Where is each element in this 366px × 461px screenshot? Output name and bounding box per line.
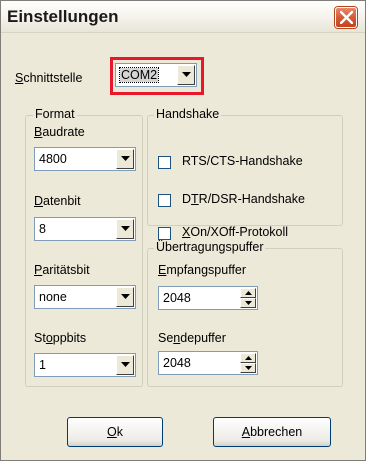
port-label: Schnittstelle xyxy=(15,71,83,85)
rts-checkbox[interactable] xyxy=(158,156,171,169)
baudrate-select[interactable]: 4800 xyxy=(34,147,136,171)
settings-dialog: Einstellungen Schnittstelle COM2 Format … xyxy=(0,0,366,461)
close-icon xyxy=(340,11,353,24)
chevron-down-icon xyxy=(182,72,191,77)
cancel-button[interactable]: Abbrechen xyxy=(213,417,331,447)
handshake-group xyxy=(147,115,343,226)
chevron-down-icon xyxy=(121,226,130,231)
dtr-label[interactable]: DTR/DSR-Handshake xyxy=(182,192,305,206)
stoppbits-select[interactable]: 1 xyxy=(34,353,136,377)
empfang-value: 2048 xyxy=(163,291,191,305)
paritaet-label: Paritätsbit xyxy=(34,263,90,277)
chevron-down-icon xyxy=(245,366,252,370)
buffer-group-title: Übertragungspuffer xyxy=(154,240,266,254)
datenbit-value: 8 xyxy=(39,222,46,236)
sende-spinner[interactable]: 2048 xyxy=(158,351,258,375)
sende-up-button[interactable] xyxy=(240,353,256,363)
xon-checkbox[interactable] xyxy=(158,227,171,240)
chevron-down-icon xyxy=(121,156,130,161)
baudrate-value: 4800 xyxy=(39,152,67,166)
paritaet-value: none xyxy=(39,290,67,304)
port-select[interactable]: COM2 xyxy=(115,63,197,87)
paritaet-dropdown-button[interactable] xyxy=(116,287,134,307)
chevron-up-icon xyxy=(245,291,252,295)
window-title: Einstellungen xyxy=(7,7,119,26)
close-button[interactable] xyxy=(335,7,357,28)
sende-label: Sendepuffer xyxy=(158,331,226,345)
title-bar[interactable]: Einstellungen xyxy=(1,1,365,33)
port-value: COM2 xyxy=(118,67,160,83)
stoppbits-dropdown-button[interactable] xyxy=(116,355,134,375)
paritaet-select[interactable]: none xyxy=(34,285,136,309)
stoppbits-value: 1 xyxy=(39,358,46,372)
chevron-down-icon xyxy=(121,362,130,367)
format-group-title: Format xyxy=(33,107,77,121)
ok-button[interactable]: Ok xyxy=(67,417,163,447)
empfang-down-button[interactable] xyxy=(240,298,256,308)
chevron-up-icon xyxy=(245,356,252,360)
chevron-down-icon xyxy=(245,301,252,305)
datenbit-label: Datenbit xyxy=(34,194,81,208)
datenbit-select[interactable]: 8 xyxy=(34,217,136,241)
stoppbits-label: Stoppbits xyxy=(34,331,87,345)
sende-value: 2048 xyxy=(163,356,191,370)
empfang-spinner[interactable]: 2048 xyxy=(158,286,258,310)
baudrate-label: Baudrate xyxy=(34,125,85,139)
handshake-group-title: Handshake xyxy=(154,107,222,121)
baudrate-dropdown-button[interactable] xyxy=(116,149,134,169)
rts-label[interactable]: RTS/CTS-Handshake xyxy=(182,154,303,168)
port-dropdown-button[interactable] xyxy=(177,65,195,85)
empfang-label: Empfangspuffer xyxy=(158,263,247,277)
datenbit-dropdown-button[interactable] xyxy=(116,219,134,239)
chevron-down-icon xyxy=(121,294,130,299)
dtr-checkbox[interactable] xyxy=(158,194,171,207)
empfang-up-button[interactable] xyxy=(240,288,256,298)
xon-label[interactable]: XOn/XOff-Protokoll xyxy=(182,225,288,239)
sende-down-button[interactable] xyxy=(240,363,256,373)
